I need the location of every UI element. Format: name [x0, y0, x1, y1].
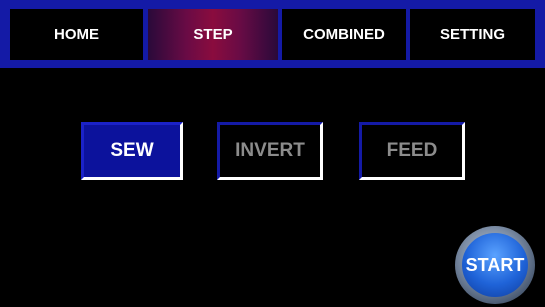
invert-button-label: INVERT [235, 140, 305, 161]
sew-button-label: SEW [110, 140, 154, 161]
machine-control-screen: HOME STEP COMBINED SETTING SEW INVERT FE… [0, 0, 545, 307]
start-button-label: START [465, 254, 525, 275]
invert-button[interactable]: INVERT [217, 122, 323, 180]
feed-button-label: FEED [386, 140, 438, 161]
tab-home[interactable]: HOME [10, 9, 143, 60]
tab-combined-label: COMBINED [303, 26, 385, 43]
tab-setting[interactable]: SETTING [410, 9, 535, 60]
start-button-face: START [462, 233, 528, 297]
sew-button[interactable]: SEW [81, 122, 183, 180]
top-navigation-bar: HOME STEP COMBINED SETTING [0, 0, 545, 68]
tab-step-label: STEP [193, 26, 233, 43]
tab-combined[interactable]: COMBINED [282, 9, 406, 60]
tab-step[interactable]: STEP [148, 9, 278, 60]
start-button[interactable]: START [455, 226, 535, 304]
tab-home-label: HOME [54, 26, 99, 43]
tab-setting-label: SETTING [439, 26, 505, 43]
feed-button[interactable]: FEED [359, 122, 465, 180]
